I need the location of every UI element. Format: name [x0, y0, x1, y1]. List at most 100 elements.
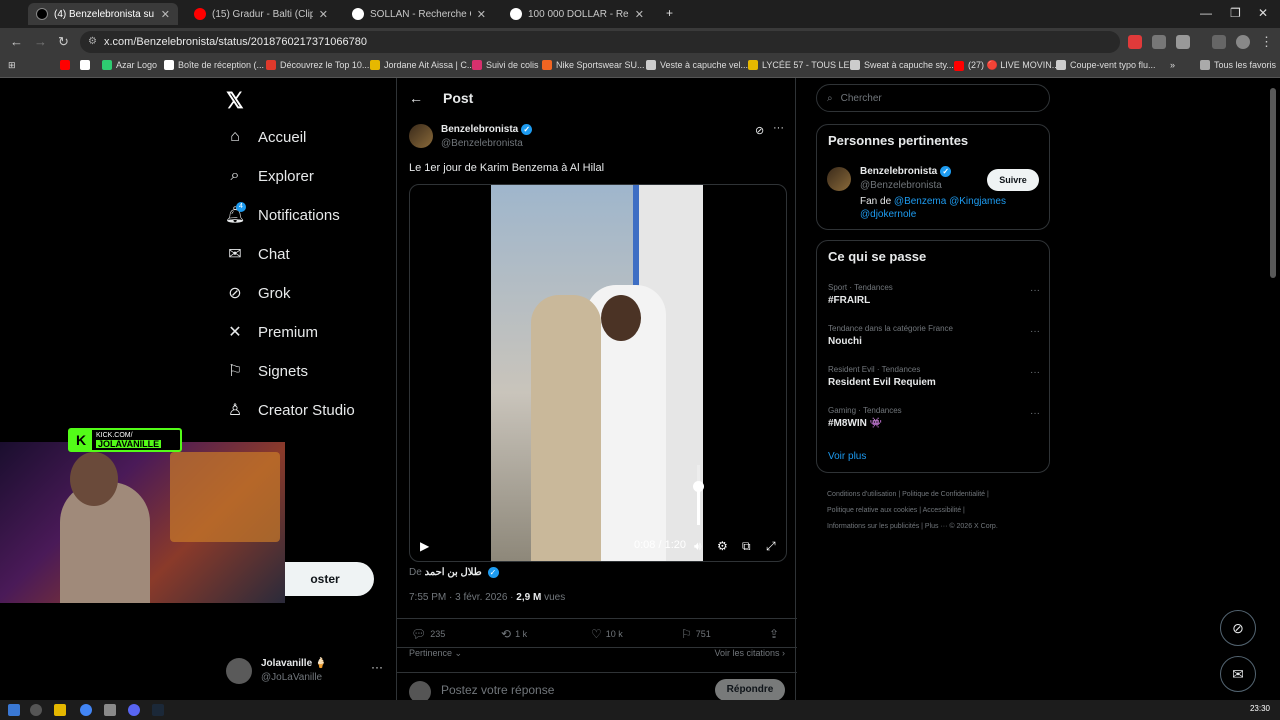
repost-button[interactable]: ⟲ 1 k	[501, 627, 527, 641]
trend-item[interactable]: Gaming · Tendances #M8WIN 👾 ···	[828, 406, 1040, 429]
reply-submit-button[interactable]: Répondre	[715, 679, 785, 700]
tab-dollar[interactable]: 100 000 DOLLAR - Recherche G ✕	[502, 3, 652, 25]
footer-line[interactable]: Informations sur les publicités | Plus ·…	[827, 519, 1037, 535]
close-window-button[interactable]: ✕	[1258, 6, 1268, 20]
more-icon[interactable]: ···	[1030, 367, 1040, 378]
tab-benzelebronista[interactable]: (4) Benzelebronista sur X : ✕	[28, 3, 178, 25]
volume-icon[interactable]: 🔊︎	[694, 539, 702, 554]
post-time[interactable]: 7:55 PM · 3 févr. 2026 ·	[409, 592, 516, 603]
nav-item-premium[interactable]: ✕ Premium	[226, 323, 318, 342]
tab-sollan[interactable]: SOLLAN - Recherche Google ✕	[344, 3, 494, 25]
restore-button[interactable]: ❐	[1230, 6, 1241, 20]
nav-item-creator-studio[interactable]: ♙ Creator Studio	[226, 401, 355, 420]
grok-icon[interactable]: ⊘	[755, 124, 764, 137]
volume-handle[interactable]	[693, 481, 704, 492]
reload-icon[interactable]: ↻	[58, 34, 69, 50]
bookmark-item[interactable]: Suivi de colis	[472, 60, 539, 70]
nav-item-grok[interactable]: ⊘ Grok	[226, 284, 290, 303]
messages-float-button[interactable]: ✉	[1220, 656, 1256, 692]
nav-item-chat[interactable]: ✉ Chat	[226, 245, 289, 264]
bookmark-item[interactable]: Azar Logo	[102, 60, 157, 70]
more-icon[interactable]: ···	[371, 660, 383, 674]
tab-gradur[interactable]: (15) Gradur - Balti (Clip Officiel) ✕	[186, 3, 336, 25]
avatar[interactable]	[409, 124, 433, 148]
close-icon[interactable]: ✕	[635, 8, 644, 21]
footer-line[interactable]: Conditions d'utilisation | Politique de …	[827, 487, 1037, 503]
author-name[interactable]: Benzelebronista ✓	[441, 124, 533, 135]
grok-float-button[interactable]: ⊘	[1220, 610, 1256, 646]
scrollbar[interactable]	[1270, 88, 1276, 278]
search-icon[interactable]	[30, 704, 42, 716]
media-icon[interactable]	[1212, 35, 1226, 49]
puzzle-icon[interactable]	[1176, 35, 1190, 49]
footer-line[interactable]: Politique relative aux cookies | Accessi…	[827, 503, 1037, 519]
close-icon[interactable]: ✕	[161, 8, 170, 21]
bookmark-item[interactable]: Veste à capuche vel...	[646, 60, 748, 70]
sort-dropdown[interactable]: Pertinence ⌄	[409, 648, 462, 658]
bookmark-item[interactable]: Nike Sportswear SU...	[542, 60, 645, 70]
video-player[interactable]: ▶ 0:08 / 1:20 🔊︎ ⚙ ⧉ ⤢	[409, 184, 787, 562]
reply-input[interactable]: Postez votre réponse	[441, 683, 554, 697]
quotes-link[interactable]: Voir les citations ›	[714, 648, 785, 658]
bookmark-youtube[interactable]	[60, 60, 70, 70]
minimize-button[interactable]: —	[1200, 6, 1212, 20]
apps-icon[interactable]: ⊞	[8, 60, 16, 71]
more-icon[interactable]: ···	[1030, 408, 1040, 419]
bookmark-item[interactable]: Découvrez le Top 10...	[266, 60, 369, 70]
menu-icon[interactable]: ⋮	[1260, 34, 1273, 50]
site-info-icon[interactable]: ⚙	[88, 36, 97, 47]
nav-item-home[interactable]: ⌂ Accueil	[226, 128, 306, 146]
bookmark-item[interactable]: Sweat à capuche sty...	[850, 60, 954, 70]
folder-icon[interactable]	[54, 704, 66, 716]
follow-button[interactable]: Suivre	[987, 169, 1039, 191]
back-arrow-icon[interactable]: ←	[409, 90, 423, 106]
bookmark-button[interactable]: ⚐ 751	[681, 627, 711, 641]
windows-icon[interactable]	[8, 704, 20, 716]
bookmark-item[interactable]: (27) 🔴 LIVE MOVIN...	[954, 60, 1059, 71]
forward-arrow-icon[interactable]: →	[34, 34, 47, 49]
bookmark-blank[interactable]	[80, 60, 90, 70]
see-more-link[interactable]: Voir plus	[828, 451, 866, 462]
more-icon[interactable]: ···	[773, 122, 784, 134]
source-name[interactable]: طلال بن احمد	[425, 567, 482, 578]
relevant-name[interactable]: Benzelebronista ✓	[860, 166, 952, 177]
x-logo-icon[interactable]: 𝕏	[226, 88, 244, 114]
more-icon[interactable]: ···	[1030, 285, 1040, 296]
avatar[interactable]	[827, 167, 851, 191]
close-icon[interactable]: ✕	[319, 8, 328, 21]
app-icon[interactable]	[104, 704, 116, 716]
more-bookmarks-icon[interactable]: »	[1170, 60, 1175, 70]
new-tab-button[interactable]: +	[666, 6, 673, 20]
steam-icon[interactable]	[152, 704, 164, 716]
avatar[interactable]	[1236, 35, 1250, 49]
pip-icon[interactable]: ⧉	[742, 539, 751, 554]
share-button[interactable]: ⇪	[769, 627, 779, 641]
bookmark-item[interactable]: Boîte de réception (...	[164, 60, 264, 70]
bookmark-item[interactable]: Jordane Ait Aissa | C...	[370, 60, 474, 70]
trend-item[interactable]: Sport · Tendances #FRAIRL ···	[828, 283, 1040, 306]
fullscreen-icon[interactable]: ⤢	[766, 539, 776, 554]
url-field[interactable]: ⚙ x.com/Benzelebronista/status/201876021…	[80, 31, 1120, 53]
extension-icon[interactable]	[1128, 35, 1142, 49]
more-icon[interactable]: ···	[1030, 326, 1040, 337]
back-arrow-icon[interactable]: ←	[10, 34, 23, 49]
bookmark-item[interactable]: LYCÉE 57 - TOUS LE...	[748, 60, 857, 70]
nav-item-explore[interactable]: ⌕ Explorer	[226, 167, 314, 185]
extension-icon[interactable]	[1152, 35, 1166, 49]
discord-icon[interactable]	[128, 704, 140, 716]
like-button[interactable]: ♡ 10 k	[591, 627, 623, 641]
settings-icon[interactable]: ⚙	[717, 539, 728, 553]
play-icon[interactable]: ▶	[420, 539, 429, 553]
trend-item[interactable]: Tendance dans la catégorie France Nouchi…	[828, 324, 1040, 347]
relevant-handle[interactable]: @Benzelebronista	[860, 180, 942, 191]
author-handle[interactable]: @Benzelebronista	[441, 138, 523, 149]
account-switcher[interactable]: Jolavanille 🍦 @JoLaVanille ···	[226, 656, 386, 686]
reply-button[interactable]: 💬︎ 235	[411, 627, 445, 641]
search-input[interactable]: ⌕ Chercher	[816, 84, 1050, 112]
bookmark-item[interactable]: Coupe-vent typo flu...	[1056, 60, 1156, 70]
nav-item-bookmarks[interactable]: ⚐ Signets	[226, 362, 308, 381]
chrome-icon[interactable]	[80, 704, 92, 716]
trend-item[interactable]: Resident Evil · Tendances Resident Evil …	[828, 365, 1040, 388]
close-icon[interactable]: ✕	[477, 8, 486, 21]
all-bookmarks-folder[interactable]: Tous les favoris	[1200, 60, 1276, 70]
